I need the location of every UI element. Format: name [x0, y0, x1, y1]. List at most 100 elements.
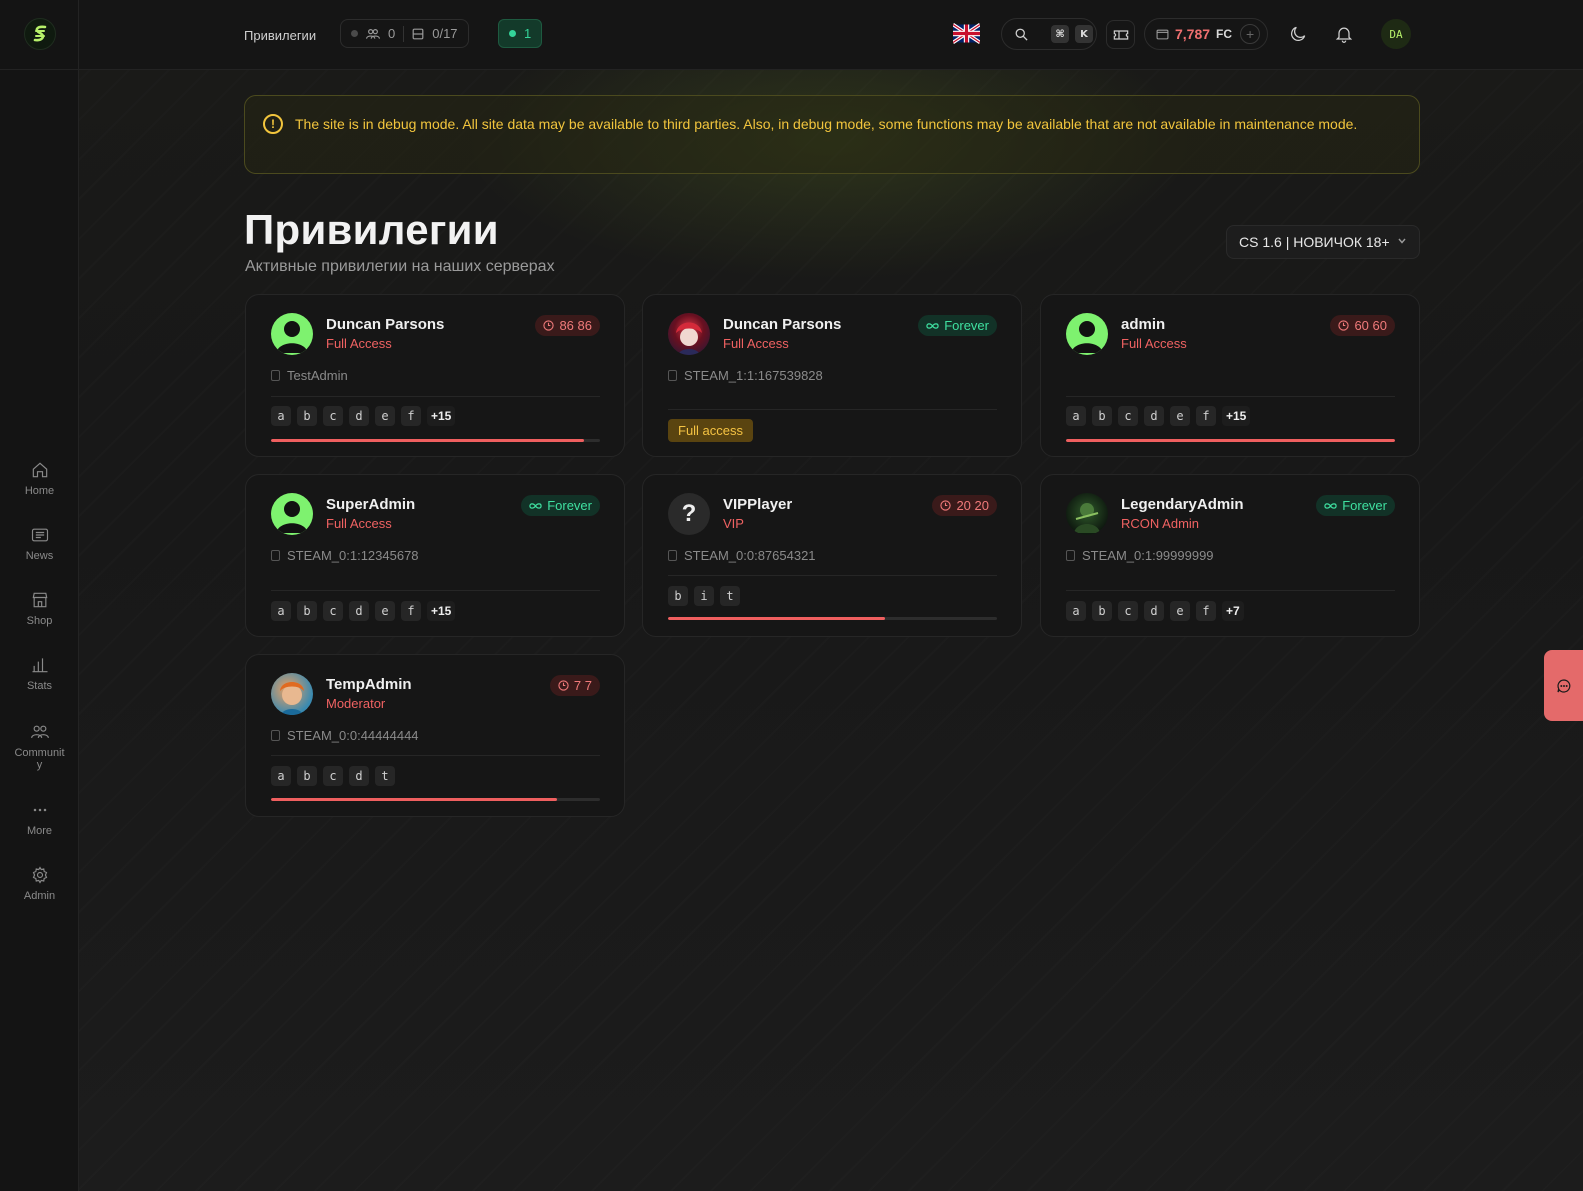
server-stats-pill[interactable]: 0 0/17 — [340, 19, 469, 48]
progress-fill — [1066, 439, 1395, 442]
badge-text: Forever — [547, 498, 592, 513]
flag-chip: a — [271, 406, 291, 426]
sidebar-item-community[interactable]: Community — [0, 706, 79, 786]
privilege-card[interactable]: LegendaryAdmin RCON Admin Forever STEAM_… — [1040, 474, 1420, 637]
sidebar-item-admin[interactable]: Admin — [0, 851, 79, 916]
progress-fill — [271, 439, 584, 442]
privilege-card[interactable]: TempAdmin Moderator 7 7 STEAM_0:0:444444… — [245, 654, 625, 817]
server-select-value: CS 1.6 | НОВИЧОК 18+ — [1239, 234, 1390, 250]
balance-pill[interactable]: 7,787 FC + — [1144, 18, 1268, 50]
flag-chip: d — [1144, 406, 1164, 426]
search-button[interactable]: ⌘ K — [1001, 18, 1097, 50]
sidebar-item-label: Admin — [23, 890, 56, 902]
stats-icon — [32, 658, 47, 673]
sidebar-item-news[interactable]: News — [0, 511, 79, 576]
flag-chip: a — [1066, 406, 1086, 426]
search-icon — [1015, 28, 1028, 41]
steam-id-text: TestAdmin — [287, 368, 348, 383]
online-dot — [509, 30, 516, 37]
moon-icon — [1291, 26, 1306, 41]
badge-text: Forever — [944, 318, 989, 333]
flag-chip: d — [349, 766, 369, 786]
balance-amount: 7,787 — [1175, 26, 1211, 42]
infinity-icon — [1324, 502, 1337, 509]
infinity-icon — [529, 502, 542, 509]
balance-currency: FC — [1216, 27, 1233, 41]
more-flags-badge[interactable]: +15 — [427, 406, 456, 426]
card-role: VIP — [723, 516, 744, 531]
time-badge: 20 20 — [932, 495, 997, 516]
character-avatar-icon — [1074, 503, 1100, 533]
card-role: Full Access — [326, 336, 392, 351]
privilege-card[interactable]: SuperAdmin Full Access Forever STEAM_0:1… — [245, 474, 625, 637]
flag-chip: e — [1170, 601, 1190, 621]
steam-id-text: STEAM_0:0:44444444 — [287, 728, 419, 743]
badge-text: 86 86 — [559, 318, 592, 333]
badge-text: 60 60 — [1354, 318, 1387, 333]
card-divider — [668, 575, 997, 576]
server-icon — [412, 28, 424, 39]
more-flags-badge[interactable]: +7 — [1222, 601, 1244, 621]
steam-id: STEAM_1:1:167539828 — [668, 368, 823, 383]
flag-chip: i — [694, 586, 714, 606]
home-icon — [32, 462, 47, 478]
more-flags-badge[interactable]: +15 — [1222, 406, 1251, 426]
badge-text: 7 7 — [573, 678, 592, 693]
privilege-card[interactable]: Duncan Parsons Full Access 86 86 TestAdm… — [245, 294, 625, 457]
flag-chip: a — [1066, 601, 1086, 621]
flag-chip: c — [323, 406, 343, 426]
sidebar-item-stats[interactable]: Stats — [0, 641, 79, 706]
chat-button[interactable] — [1544, 650, 1583, 721]
forever-badge: Forever — [521, 495, 600, 516]
breadcrumb: Привилегии — [244, 28, 317, 43]
id-icon — [271, 370, 280, 381]
more-icon — [33, 808, 46, 812]
server-select[interactable]: CS 1.6 | НОВИЧОК 18+ — [1226, 225, 1420, 259]
card-name: TempAdmin — [326, 676, 412, 693]
chevron-down-icon — [1398, 238, 1406, 244]
sidebar-item-label: Community — [14, 746, 65, 771]
flag-chip: c — [1118, 601, 1138, 621]
flag-list: a b c d e f +15 — [271, 406, 456, 426]
forever-badge: Forever — [1316, 495, 1395, 516]
sidebar-divider — [0, 69, 79, 70]
logo[interactable] — [24, 18, 56, 50]
clock-icon — [1338, 320, 1350, 331]
time-progress — [668, 617, 997, 620]
servers-count: 0/17 — [432, 26, 458, 41]
time-badge: 86 86 — [535, 315, 600, 336]
full-access-badge: Full access — [668, 419, 754, 442]
notifications-button[interactable] — [1332, 22, 1356, 46]
ticket-button[interactable] — [1106, 20, 1135, 49]
status-dot — [351, 30, 358, 37]
steam-id: STEAM_0:1:99999999 — [1066, 548, 1214, 563]
flag-chip: a — [271, 601, 291, 621]
privilege-card[interactable]: ? VIPPlayer VIP 20 20 STEAM_0:0:87654321… — [642, 474, 1022, 637]
privilege-card[interactable]: Duncan Parsons Full Access Forever STEAM… — [642, 294, 1022, 457]
user-avatar[interactable]: DA — [1381, 19, 1411, 49]
sidebar-item-shop[interactable]: Shop — [0, 576, 79, 641]
card-name: Duncan Parsons — [326, 316, 445, 333]
user-icon — [276, 321, 308, 353]
flag-chip: e — [375, 406, 395, 426]
wallet-icon — [1156, 29, 1169, 40]
k-key: K — [1075, 25, 1093, 43]
sidebar-item-label: Home — [24, 485, 55, 497]
steam-id: STEAM_0:0:44444444 — [271, 728, 419, 743]
user-icon — [1071, 321, 1103, 353]
more-flags-badge[interactable]: +15 — [427, 601, 456, 621]
clock-icon — [543, 320, 555, 331]
sidebar-item-more[interactable]: More — [0, 786, 79, 851]
card-name: VIPPlayer — [723, 496, 793, 513]
progress-fill — [271, 798, 558, 801]
card-divider — [1066, 590, 1395, 591]
online-pill[interactable]: 1 — [498, 19, 543, 48]
theme-toggle[interactable] — [1286, 22, 1310, 46]
avatar — [668, 313, 710, 355]
add-funds-button[interactable]: + — [1240, 24, 1261, 44]
steam-id-text: STEAM_1:1:167539828 — [684, 368, 823, 383]
privilege-card[interactable]: admin Full Access 60 60 a b c d e f +15 — [1040, 294, 1420, 457]
sidebar-item-home[interactable]: Home — [0, 446, 79, 511]
uk-flag-icon[interactable] — [953, 23, 980, 44]
flag-chip: b — [297, 601, 317, 621]
